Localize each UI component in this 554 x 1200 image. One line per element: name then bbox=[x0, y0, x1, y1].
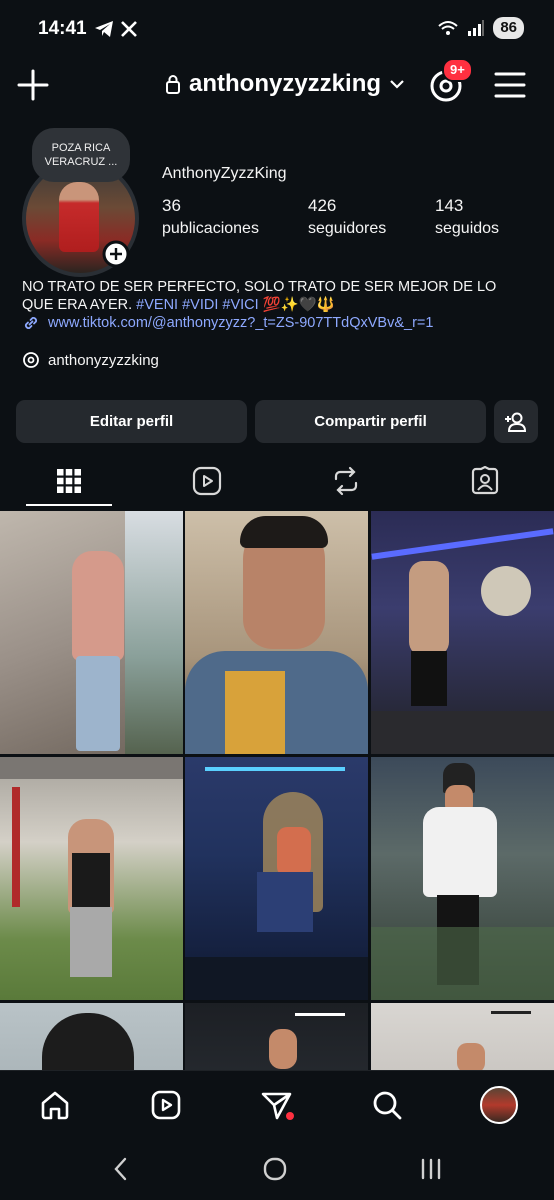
share-profile-button[interactable]: Compartir perfil bbox=[255, 400, 486, 443]
nav-search[interactable] bbox=[365, 1083, 409, 1127]
content-tabs bbox=[0, 455, 554, 507]
stat-posts-label: publicaciones bbox=[162, 220, 259, 237]
home-circle-icon bbox=[263, 1157, 287, 1181]
tagged-icon bbox=[471, 466, 499, 495]
stat-following[interactable]: 143 seguidos bbox=[435, 196, 499, 238]
active-tab-indicator bbox=[26, 504, 112, 506]
threads-profile-link[interactable]: anthonyzyzzking bbox=[22, 351, 159, 369]
telegram-icon bbox=[95, 21, 113, 37]
menu-icon[interactable] bbox=[494, 70, 526, 100]
grid-post[interactable] bbox=[0, 757, 183, 1000]
stat-followers-value: 426 bbox=[308, 196, 337, 215]
bio-hashtags[interactable]: #VENI #VIDI #VICI bbox=[136, 297, 259, 313]
bio-text: NO TRATO DE SER PERFECTO, SOLO TRATO DE … bbox=[22, 279, 497, 313]
add-person-icon bbox=[505, 412, 527, 432]
display-name: AnthonyZyzzKing bbox=[162, 165, 287, 182]
bio-emojis: 💯✨🖤🔱 bbox=[262, 297, 335, 313]
grid-post[interactable] bbox=[371, 757, 554, 1000]
tab-reposts[interactable] bbox=[302, 455, 390, 507]
create-plus-icon[interactable] bbox=[16, 68, 50, 102]
recents-icon bbox=[421, 1158, 441, 1180]
tab-reels[interactable] bbox=[163, 455, 251, 507]
edit-profile-button[interactable]: Editar perfil bbox=[16, 400, 247, 443]
nav-home[interactable] bbox=[33, 1083, 77, 1127]
x-icon bbox=[121, 21, 137, 37]
stat-following-value: 143 bbox=[435, 196, 464, 215]
send-icon bbox=[261, 1092, 294, 1120]
back-button[interactable] bbox=[100, 1154, 140, 1184]
signal-icon bbox=[468, 20, 485, 36]
grid-post[interactable] bbox=[371, 1003, 554, 1071]
grid-icon bbox=[57, 469, 81, 493]
stat-following-label: seguidos bbox=[435, 220, 500, 237]
back-chevron-icon bbox=[114, 1157, 127, 1181]
profile-link[interactable]: www.tiktok.com/@anthonyzyzz?_t=ZS-907TTd… bbox=[22, 314, 433, 332]
nav-profile[interactable] bbox=[477, 1083, 521, 1127]
recents-button[interactable] bbox=[411, 1154, 451, 1184]
nav-messages[interactable] bbox=[255, 1083, 299, 1127]
grid-post[interactable] bbox=[185, 757, 368, 1000]
system-navigation bbox=[0, 1136, 554, 1200]
nav-reels[interactable] bbox=[144, 1083, 188, 1127]
stat-posts[interactable]: 36 publicaciones bbox=[162, 196, 259, 238]
link-icon bbox=[25, 317, 37, 329]
profile-actions: Editar perfil Compartir perfil bbox=[16, 400, 538, 443]
stat-posts-value: 36 bbox=[162, 196, 181, 215]
grid-post[interactable] bbox=[0, 1003, 183, 1071]
threads-small-icon bbox=[23, 352, 39, 368]
bottom-navigation bbox=[0, 1070, 554, 1136]
chevron-down-icon bbox=[390, 80, 404, 89]
username-title: anthonyzyzzking bbox=[189, 70, 382, 97]
search-icon bbox=[373, 1091, 402, 1120]
status-time: 14:41 bbox=[38, 18, 87, 39]
status-bar: 14:41 86 bbox=[0, 0, 554, 60]
reels-nav-icon bbox=[151, 1090, 181, 1120]
wifi-icon bbox=[438, 21, 458, 35]
profile-section: POZA RICA VERACRUZ ... AnthonyZyzzKing 3… bbox=[0, 126, 554, 277]
lock-icon bbox=[166, 75, 180, 94]
profile-header: anthonyzyzzking 9+ bbox=[0, 58, 554, 110]
discover-people-button[interactable] bbox=[494, 400, 538, 443]
grid-post[interactable] bbox=[0, 511, 183, 754]
stat-followers-label: seguidores bbox=[308, 220, 387, 237]
note-bubble[interactable]: POZA RICA VERACRUZ ... bbox=[32, 128, 130, 182]
threads-handle: anthonyzyzzking bbox=[48, 351, 159, 369]
add-story-plus-icon[interactable] bbox=[102, 240, 130, 268]
profile-avatar-icon bbox=[480, 1086, 518, 1124]
notification-badge: 9+ bbox=[442, 58, 473, 82]
grid-post[interactable] bbox=[185, 511, 368, 754]
posts-grid bbox=[0, 511, 554, 1071]
grid-post[interactable] bbox=[185, 1003, 368, 1071]
home-button[interactable] bbox=[255, 1154, 295, 1184]
reposts-icon bbox=[334, 466, 358, 496]
stat-followers[interactable]: 426 seguidores bbox=[308, 196, 386, 238]
profile-link-text: www.tiktok.com/@anthonyzyzz?_t=ZS-907TTd… bbox=[48, 315, 434, 331]
home-icon bbox=[41, 1091, 69, 1120]
tab-posts-grid[interactable] bbox=[25, 455, 113, 507]
bio: NO TRATO DE SER PERFECTO, SOLO TRATO DE … bbox=[22, 278, 522, 314]
account-switcher[interactable]: anthonyzyzzking bbox=[165, 70, 405, 98]
reels-icon bbox=[192, 466, 222, 496]
grid-post[interactable] bbox=[371, 511, 554, 754]
battery-indicator: 86 bbox=[493, 17, 524, 39]
tab-tagged[interactable] bbox=[441, 455, 529, 507]
